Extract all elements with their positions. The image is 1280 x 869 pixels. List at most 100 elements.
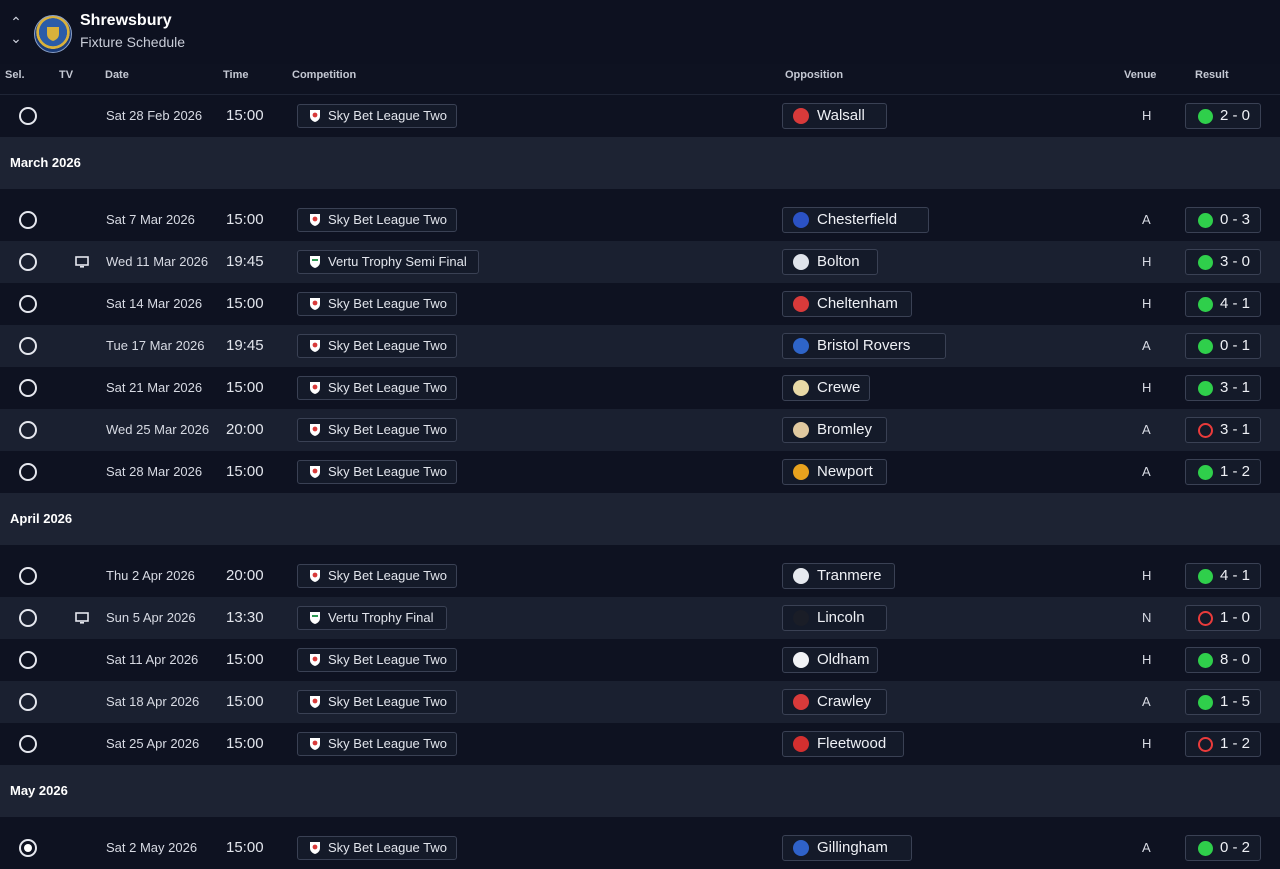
table-row[interactable]: Tue 17 Mar 2026 19:45 Sky Bet League Two Br… [0,325,1280,367]
table-row[interactable]: Wed 25 Mar 2026 20:00 Sky Bet League Two Br… [0,409,1280,451]
table-row[interactable]: Sat 25 Apr 2026 15:00 Sky Bet League Two Fl… [0,723,1280,765]
select-radio[interactable] [19,337,37,355]
table-row[interactable]: Sat 7 Mar 2026 15:00 Sky Bet League Two Che… [0,199,1280,241]
column-header-date[interactable]: Date [105,69,129,81]
competition-link[interactable]: Vertu Trophy Final [297,606,447,630]
select-radio[interactable] [19,253,37,271]
opponent-link[interactable]: Cheltenham [782,291,912,317]
table-row[interactable]: Sun 5 Apr 2026 13:30 Vertu Trophy Final Lin… [0,597,1280,639]
result-link[interactable]: 1 - 2 [1185,731,1261,757]
opponent-link[interactable]: Crawley [782,689,887,715]
loss-indicator-icon [1198,737,1213,752]
opponent-link[interactable]: Bolton [782,249,878,275]
select-radio[interactable] [19,609,37,627]
result-link[interactable]: 4 - 1 [1185,291,1261,317]
month-label: March 2026 [10,155,81,170]
club-crest-icon [793,610,809,626]
club-name[interactable]: Shrewsbury [80,12,172,30]
table-row[interactable]: Thu 2 Apr 2026 20:00 Sky Bet League Two Tra… [0,555,1280,597]
result-link[interactable]: 1 - 5 [1185,689,1261,715]
chevron-up-icon[interactable]: ⌃ [8,14,24,30]
competition-link[interactable]: Sky Bet League Two [297,292,457,316]
competition-link[interactable]: Sky Bet League Two [297,460,457,484]
select-radio[interactable] [19,651,37,669]
table-row[interactable]: Sat 14 Mar 2026 15:00 Sky Bet League Two Ch… [0,283,1280,325]
select-radio[interactable] [19,839,37,857]
select-radio[interactable] [19,693,37,711]
competition-name: Sky Bet League Two [328,296,448,311]
competition-link[interactable]: Sky Bet League Two [297,334,457,358]
column-header-competition[interactable]: Competition [292,69,356,81]
select-radio[interactable] [19,421,37,439]
table-row[interactable]: Sat 28 Mar 2026 15:00 Sky Bet League Two Ne… [0,451,1280,493]
select-radio[interactable] [19,567,37,585]
club-crest-icon [793,736,809,752]
table-row[interactable]: Sat 2 May 2026 15:00 Sky Bet League Two Gil… [0,827,1280,869]
fixture-date: Sat 18 Apr 2026 [106,694,200,709]
score: 3 - 1 [1220,421,1251,438]
result-link[interactable]: 4 - 1 [1185,563,1261,589]
table-row[interactable]: Sat 18 Apr 2026 15:00 Sky Bet League Two Cr… [0,681,1280,723]
win-indicator-icon [1198,569,1213,584]
result-link[interactable]: 1 - 2 [1185,459,1261,485]
fixture-time: 15:00 [226,211,264,228]
club-crest-icon [793,338,809,354]
table-row[interactable]: Sat 11 Apr 2026 15:00 Sky Bet League Two Ol… [0,639,1280,681]
opponent-link[interactable]: Oldham [782,647,878,673]
competition-link[interactable]: Sky Bet League Two [297,104,457,128]
opponent-link[interactable]: Fleetwood [782,731,904,757]
select-radio[interactable] [19,379,37,397]
result-link[interactable]: 0 - 1 [1185,333,1261,359]
club-badge-icon[interactable] [34,15,72,53]
fixture-date: Sat 28 Feb 2026 [106,108,203,123]
column-header-tv[interactable]: TV [59,69,73,81]
opponent-link[interactable]: Walsall [782,103,887,129]
opponent-link[interactable]: Tranmere [782,563,895,589]
select-radio[interactable] [19,211,37,229]
select-radio[interactable] [19,295,37,313]
opponent-link[interactable]: Bromley [782,417,887,443]
column-header-sel[interactable]: Sel. [5,69,25,81]
result-link[interactable]: 0 - 3 [1185,207,1261,233]
result-link[interactable]: 0 - 2 [1185,835,1261,861]
competition-link[interactable]: Sky Bet League Two [297,376,457,400]
competition-link[interactable]: Sky Bet League Two [297,418,457,442]
fixture-time: 15:00 [226,379,264,396]
select-radio[interactable] [19,463,37,481]
opponent-link[interactable]: Gillingham [782,835,912,861]
column-header-result[interactable]: Result [1195,69,1229,81]
opponent-link[interactable]: Newport [782,459,887,485]
competition-link[interactable]: Sky Bet League Two [297,732,457,756]
competition-link[interactable]: Sky Bet League Two [297,564,457,588]
result-link[interactable]: 8 - 0 [1185,647,1261,673]
result-link[interactable]: 2 - 0 [1185,103,1261,129]
competition-link[interactable]: Vertu Trophy Semi Final [297,250,479,274]
opponent-link[interactable]: Crewe [782,375,870,401]
competition-link[interactable]: Sky Bet League Two [297,690,457,714]
column-header-opposition[interactable]: Opposition [785,69,843,81]
league-competition-icon [310,842,320,854]
opponent-link[interactable]: Chesterfield [782,207,929,233]
fixture-time: 15:00 [226,463,264,480]
table-row[interactable]: Sat 28 Feb 2026 15:00 Sky Bet League Two Wa… [0,95,1280,137]
table-row[interactable]: Sat 21 Mar 2026 15:00 Sky Bet League Two Cr… [0,367,1280,409]
select-radio[interactable] [19,107,37,125]
opponent-name: Bristol Rovers [817,337,911,354]
page-header: ⌃ ⌄ Shrewsbury Fixture Schedule [0,0,1280,64]
competition-link[interactable]: Sky Bet League Two [297,208,457,232]
result-link[interactable]: 3 - 0 [1185,249,1261,275]
competition-link[interactable]: Sky Bet League Two [297,648,457,672]
chevron-down-icon[interactable]: ⌄ [8,30,24,46]
score: 4 - 1 [1220,567,1251,584]
fixture-date: Tue 17 Mar 2026 [106,338,205,353]
result-link[interactable]: 3 - 1 [1185,375,1261,401]
column-header-time[interactable]: Time [223,69,248,81]
result-link[interactable]: 3 - 1 [1185,417,1261,443]
select-radio[interactable] [19,735,37,753]
table-row[interactable]: Wed 11 Mar 2026 19:45 Vertu Trophy Semi Fi… [0,241,1280,283]
column-header-venue[interactable]: Venue [1124,69,1156,81]
competition-name: Vertu Trophy Final [328,610,434,625]
result-link[interactable]: 1 - 0 [1185,605,1261,631]
opponent-link[interactable]: Bristol Rovers [782,333,946,359]
opponent-link[interactable]: Lincoln [782,605,887,631]
